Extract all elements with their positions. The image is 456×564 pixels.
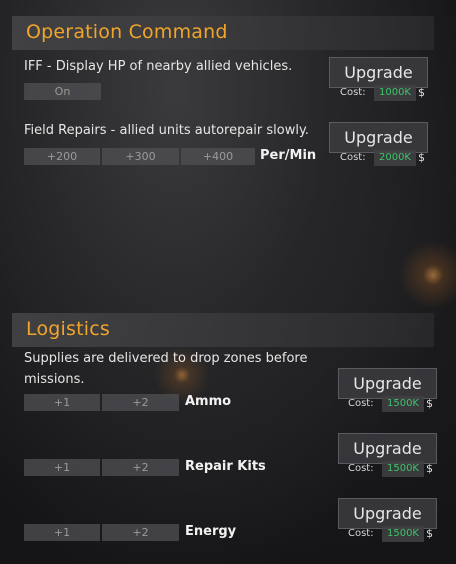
- ammo-upgrade-button[interactable]: Upgrade: [338, 368, 437, 399]
- logistics-description-line1: Supplies are delivered to drop zones bef…: [24, 351, 308, 366]
- cost-label: Cost:: [348, 528, 374, 539]
- iff-description: IFF - Display HP of nearby allied vehicl…: [24, 59, 293, 74]
- energy-label: Energy: [185, 524, 237, 539]
- operation-command-header: Operation Command: [12, 16, 434, 50]
- ammo-option-plus1[interactable]: +1: [24, 394, 100, 411]
- currency-symbol: $: [418, 86, 425, 99]
- energy-option-plus2[interactable]: +2: [102, 524, 179, 541]
- repair-kits-cost: Cost: 1500K $: [348, 461, 438, 477]
- cost-value: 2000K: [374, 150, 416, 166]
- field-repairs-cost: Cost: 2000K $: [340, 150, 430, 166]
- energy-upgrade-button[interactable]: Upgrade: [338, 498, 437, 529]
- cost-value: 1000K: [374, 85, 416, 101]
- currency-symbol: $: [426, 527, 433, 540]
- repair-kits-upgrade-button[interactable]: Upgrade: [338, 433, 437, 464]
- cost-label: Cost:: [340, 87, 366, 98]
- ammo-label: Ammo: [185, 394, 232, 409]
- iff-upgrade-button[interactable]: Upgrade: [329, 57, 428, 88]
- energy-cost: Cost: 1500K $: [348, 526, 438, 542]
- logistics-title: Logistics: [26, 318, 110, 340]
- field-repairs-option-400[interactable]: +400: [181, 148, 255, 165]
- repair-kits-label: Repair Kits: [185, 459, 266, 474]
- logistics-header: Logistics: [12, 313, 434, 347]
- cost-label: Cost:: [348, 463, 374, 474]
- operation-command-title: Operation Command: [26, 21, 228, 43]
- field-repairs-unit-label: Per/Min: [260, 148, 317, 163]
- field-repairs-upgrade-button[interactable]: Upgrade: [329, 122, 428, 153]
- iff-on-toggle[interactable]: On: [24, 83, 101, 100]
- repair-kits-option-plus1[interactable]: +1: [24, 459, 100, 476]
- cost-value: 1500K: [382, 526, 424, 542]
- ammo-option-plus2[interactable]: +2: [102, 394, 179, 411]
- field-repairs-description: Field Repairs - allied units autorepair …: [24, 123, 309, 138]
- repair-kits-option-plus2[interactable]: +2: [102, 459, 179, 476]
- cost-value: 1500K: [382, 396, 424, 412]
- iff-cost: Cost: 1000K $: [340, 85, 430, 101]
- currency-symbol: $: [418, 151, 425, 164]
- logistics-description-line2: missions.: [24, 372, 85, 387]
- ammo-cost: Cost: 1500K $: [348, 396, 438, 412]
- field-repairs-option-200[interactable]: +200: [24, 148, 100, 165]
- currency-symbol: $: [426, 462, 433, 475]
- cost-label: Cost:: [348, 398, 374, 409]
- energy-option-plus1[interactable]: +1: [24, 524, 100, 541]
- currency-symbol: $: [426, 397, 433, 410]
- cost-value: 1500K: [382, 461, 424, 477]
- cost-label: Cost:: [340, 152, 366, 163]
- field-repairs-option-300[interactable]: +300: [102, 148, 179, 165]
